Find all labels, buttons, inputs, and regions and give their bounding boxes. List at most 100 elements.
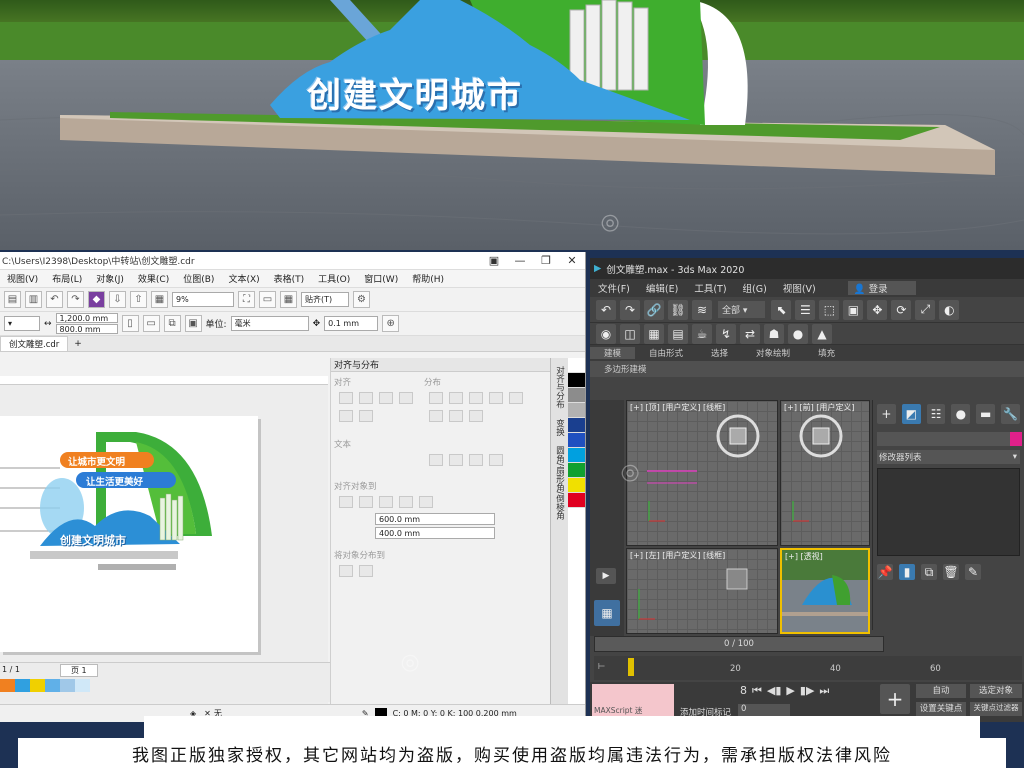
play-icon[interactable]: ▶ bbox=[786, 684, 794, 698]
remove-modifier-icon[interactable]: 🗑 bbox=[943, 564, 959, 580]
align-to-page-center-icon[interactable] bbox=[379, 496, 393, 508]
cdr-all-pages-icon[interactable]: ⧉ bbox=[163, 315, 181, 332]
palette-swatch[interactable] bbox=[568, 388, 585, 403]
align-to-point-icon[interactable] bbox=[419, 496, 433, 508]
docker-tab-align[interactable]: 对齐与分布 bbox=[554, 366, 566, 409]
max-scene-explorer-icon[interactable]: ◉ bbox=[596, 323, 616, 344]
align-to-page-edge-icon[interactable] bbox=[359, 496, 373, 508]
prev-frame-icon[interactable]: ◀▮ bbox=[767, 684, 782, 698]
distribute-middle-icon[interactable] bbox=[429, 410, 443, 422]
cdr-close-button[interactable]: ✕ bbox=[559, 254, 585, 267]
cdr-menu-bitmap[interactable]: 位图(B) bbox=[176, 272, 221, 285]
distribute-vspacing-icon[interactable] bbox=[449, 410, 463, 422]
docker-tab-transform[interactable]: 变换 bbox=[554, 419, 566, 436]
palette-swatch[interactable] bbox=[568, 433, 585, 448]
max-select-by-name-icon[interactable]: ☰ bbox=[795, 299, 816, 320]
cdr-menu-effects[interactable]: 效果(C) bbox=[131, 272, 176, 285]
max-menu-edit[interactable]: 编辑(E) bbox=[638, 281, 686, 295]
distribute-to-page-icon[interactable] bbox=[359, 565, 373, 577]
max-layer-icon[interactable]: ◫ bbox=[620, 323, 640, 344]
cdr-menu-table[interactable]: 表格(T) bbox=[267, 272, 312, 285]
cdr-zoom-level-select[interactable]: 9% bbox=[172, 292, 234, 307]
text-bounding-icon[interactable] bbox=[469, 454, 483, 466]
object-name-field[interactable] bbox=[877, 432, 1022, 446]
cdr-options-gear-icon[interactable]: ⚙ bbox=[353, 291, 370, 308]
cdr-landscape-icon[interactable]: ▭ bbox=[142, 315, 160, 332]
add-key-icon[interactable]: + bbox=[880, 684, 910, 714]
document-color-swatch[interactable] bbox=[0, 679, 15, 692]
set-key-mode-icon[interactable]: 8 bbox=[740, 684, 747, 698]
viewport-front[interactable]: [+] [前] [用户定义] bbox=[780, 400, 870, 546]
max-ribbon-modeling[interactable]: 建模 bbox=[590, 347, 636, 359]
text-first-line-icon[interactable] bbox=[429, 454, 443, 466]
max-selection-filter[interactable]: 全部 ▾ bbox=[718, 301, 766, 318]
cdr-page-width-field[interactable]: 1,200.0 mm bbox=[55, 313, 118, 323]
text-baseline-icon[interactable] bbox=[449, 454, 463, 466]
max-bind-spacewarp-icon[interactable]: ≋ bbox=[692, 299, 712, 320]
modifier-stack[interactable] bbox=[877, 468, 1020, 556]
modifier-list-dropdown[interactable]: 修改器列表 ▾ bbox=[877, 450, 1020, 464]
palette-swatch[interactable] bbox=[568, 478, 585, 493]
palette-swatch[interactable] bbox=[568, 448, 585, 463]
cdr-nudge-distance-field[interactable]: 0.1 mm bbox=[324, 316, 379, 331]
max-ribbon-selection[interactable]: 选择 bbox=[697, 347, 742, 359]
motion-tab-icon[interactable]: ● bbox=[951, 404, 971, 424]
max-menu-file[interactable]: 文件(F) bbox=[590, 281, 638, 295]
cdr-new-tab-icon[interactable]: + bbox=[68, 339, 88, 349]
display-tab-icon[interactable]: ▬ bbox=[976, 404, 996, 424]
max-unlink-icon[interactable]: ⛓ bbox=[668, 299, 688, 320]
cdr-show-grid-icon[interactable]: ▦ bbox=[280, 291, 297, 308]
max-polygon-modeling-label[interactable]: 多边形建模 bbox=[590, 363, 661, 375]
max-curve-editor-icon[interactable]: ↯ bbox=[716, 323, 736, 344]
max-track-bar[interactable]: ⊢ 20 40 60 bbox=[594, 656, 1022, 680]
maxscript-listener[interactable]: MAXScript 迷 bbox=[592, 684, 674, 718]
align-to-active-icon[interactable] bbox=[339, 496, 353, 508]
max-redo-icon[interactable]: ↷ bbox=[620, 299, 640, 320]
cdr-redo-icon[interactable]: ↷ bbox=[67, 291, 84, 308]
max-schematic-icon[interactable]: ⇄ bbox=[740, 323, 760, 344]
hierarchy-tab-icon[interactable]: ☷ bbox=[926, 404, 946, 424]
align-left-icon[interactable] bbox=[339, 392, 353, 404]
max-select-icon[interactable]: ⬉ bbox=[771, 299, 792, 320]
max-placement-icon[interactable]: ◐ bbox=[939, 299, 960, 320]
cdr-show-rulers-icon[interactable]: ▭ bbox=[259, 291, 276, 308]
cdr-add-icon[interactable]: ⊕ bbox=[382, 315, 400, 332]
object-color-swatch[interactable] bbox=[1010, 432, 1022, 446]
modify-tab-icon[interactable]: ◩ bbox=[901, 404, 921, 424]
goto-end-icon[interactable]: ⏭ bbox=[819, 684, 829, 698]
cdr-portrait-icon[interactable]: ▯ bbox=[121, 315, 139, 332]
viewport-left[interactable]: [+] [左] [用户定义] [线框] bbox=[626, 548, 778, 634]
max-sphere-icon[interactable]: ● bbox=[788, 323, 808, 344]
cdr-menu-help[interactable]: 帮助(H) bbox=[405, 272, 451, 285]
distribute-to-selection-icon[interactable] bbox=[339, 565, 353, 577]
cdr-menu-layout[interactable]: 布局(L) bbox=[45, 272, 89, 285]
viewport-persp-label[interactable]: [+] [透视] bbox=[785, 551, 823, 562]
selected-dropdown[interactable]: 选定对象 bbox=[970, 684, 1022, 698]
palette-swatch[interactable] bbox=[568, 418, 585, 433]
palette-swatch[interactable] bbox=[568, 373, 585, 388]
palette-swatch[interactable] bbox=[568, 493, 585, 508]
max-menu-group[interactable]: 组(G) bbox=[735, 281, 775, 295]
max-ribbon-populate[interactable]: 填充 bbox=[804, 347, 849, 359]
max-cone-icon[interactable]: ▲ bbox=[812, 323, 832, 344]
palette-swatch[interactable] bbox=[568, 403, 585, 418]
max-ribbon-freeform[interactable]: 自由形式 bbox=[635, 347, 697, 359]
document-color-swatch[interactable] bbox=[75, 679, 90, 692]
max-move-icon[interactable]: ✥ bbox=[867, 299, 888, 320]
set-key-button[interactable]: 设置关键点 bbox=[916, 702, 966, 716]
align-top-icon[interactable] bbox=[399, 392, 413, 404]
max-render-setup-icon[interactable]: ▤ bbox=[668, 323, 688, 344]
align-middle-icon[interactable] bbox=[339, 410, 353, 422]
auto-key-button[interactable]: 自动 bbox=[916, 684, 966, 698]
max-material-editor-icon[interactable]: ▦ bbox=[644, 323, 664, 344]
cdr-menu-window[interactable]: 窗口(W) bbox=[357, 272, 405, 285]
viewport-top[interactable]: [+] [顶] [用户定义] [线框] bbox=[626, 400, 778, 546]
max-window-crossing-icon[interactable]: ▣ bbox=[843, 299, 864, 320]
max-link-icon[interactable]: 🔗 bbox=[644, 299, 664, 320]
cdr-profile-icon[interactable]: ▣ bbox=[481, 254, 507, 267]
show-end-result-icon[interactable]: ▮ bbox=[899, 564, 915, 580]
align-center-icon[interactable] bbox=[359, 392, 373, 404]
cdr-page[interactable]: 让城市更文明 让生活更美好 创建文明城市 bbox=[0, 416, 258, 652]
cdr-menu-object[interactable]: 对象(J) bbox=[89, 272, 131, 285]
current-frame-field[interactable]: 0 bbox=[738, 704, 790, 716]
